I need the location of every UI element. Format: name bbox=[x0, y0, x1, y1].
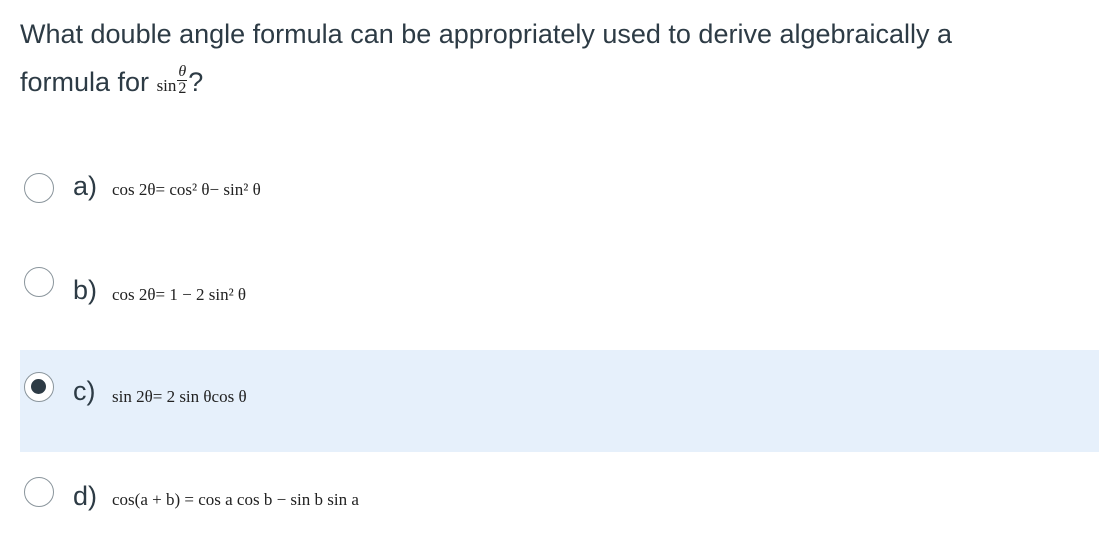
question-sin: sin bbox=[156, 76, 177, 95]
answer-option-d[interactable]: d) cos(a + b) = cos a cos b − sin b sin … bbox=[20, 455, 1099, 557]
fraction-numerator: θ bbox=[177, 63, 188, 82]
radio-button-d[interactable] bbox=[24, 477, 54, 507]
question-line-1: What double angle formula can be appropr… bbox=[20, 19, 953, 49]
option-formula-b: cos 2θ= 1 − 2 sin² θ bbox=[112, 285, 247, 304]
option-formula-a: cos 2θ= cos² θ− sin² θ bbox=[112, 180, 261, 199]
question-line-2-prefix: formula for bbox=[20, 67, 150, 97]
radio-button-a[interactable] bbox=[24, 173, 54, 203]
option-letter-a: a) bbox=[73, 171, 98, 201]
answer-option-a[interactable]: a) cos 2θ= cos² θ− sin² θ bbox=[20, 140, 1099, 242]
answer-option-c[interactable]: c) sin 2θ= 2 sin θcos θ bbox=[20, 350, 1099, 452]
option-letter-d: d) bbox=[73, 481, 98, 511]
question-text: What double angle formula can be appropr… bbox=[20, 10, 1080, 110]
fraction-denominator: 2 bbox=[178, 80, 187, 98]
option-formula-d: cos(a + b) = cos a cos b − sin b sin a bbox=[112, 490, 359, 509]
option-formula-c: sin 2θ= 2 sin θcos θ bbox=[112, 387, 247, 406]
option-letter-c: c) bbox=[73, 376, 96, 406]
answer-option-b[interactable]: b) cos 2θ= 1 − 2 sin² θ bbox=[20, 245, 1099, 347]
question-fraction: θ2 bbox=[177, 63, 188, 98]
question-mark: ? bbox=[188, 67, 204, 97]
radio-button-c[interactable] bbox=[24, 372, 54, 402]
option-letter-b: b) bbox=[73, 275, 98, 305]
question-line-2: formula for sin θ 2? bbox=[20, 58, 1080, 110]
radio-button-b[interactable] bbox=[24, 267, 54, 297]
